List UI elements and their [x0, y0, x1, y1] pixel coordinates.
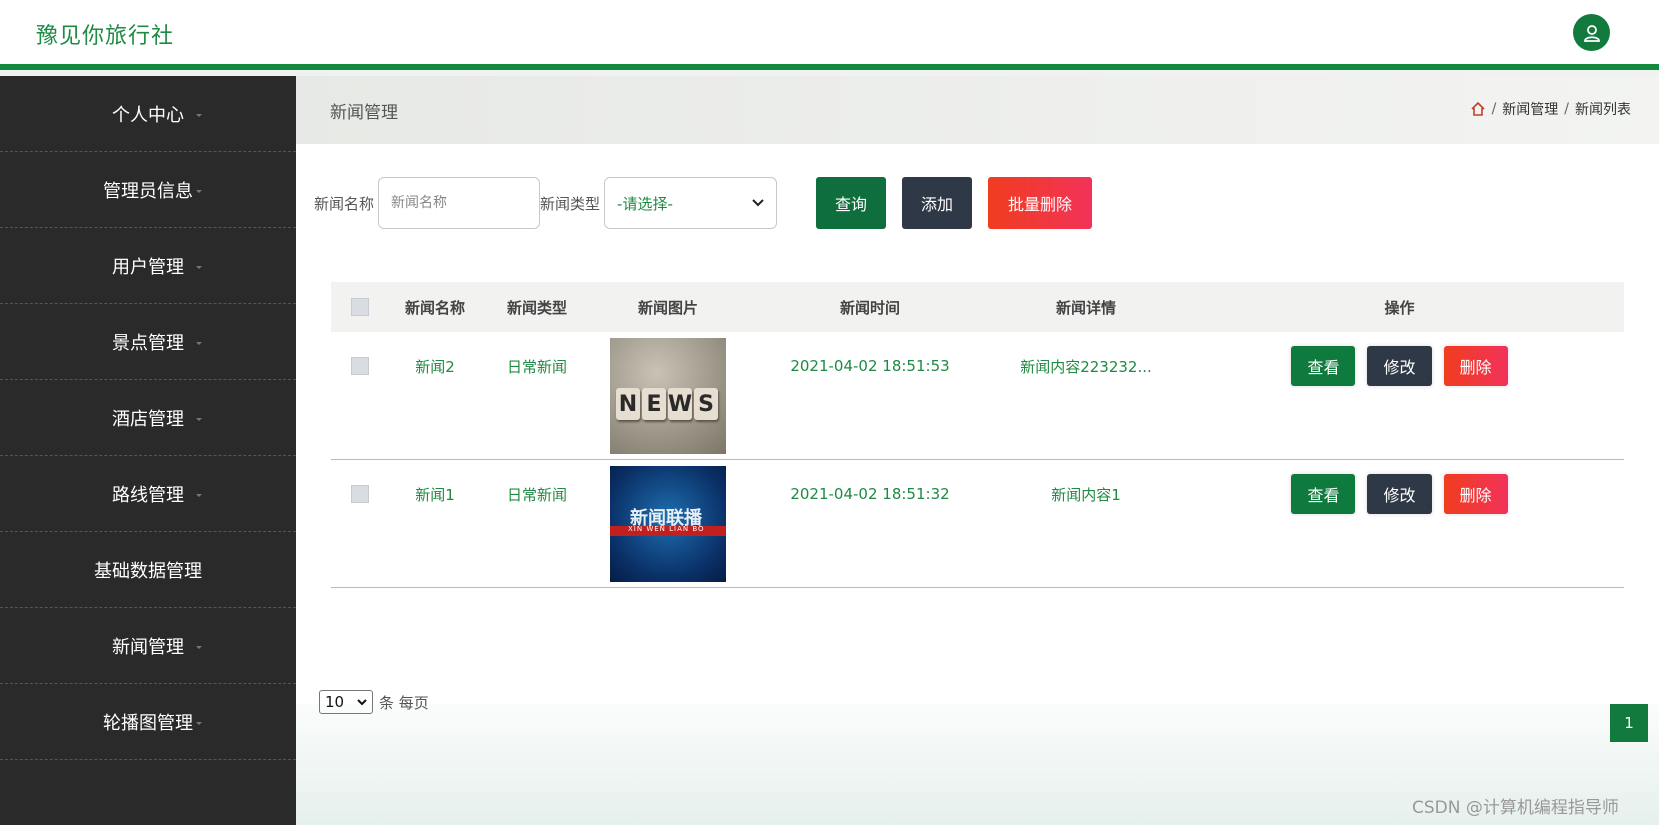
- news-table: 新闻名称 新闻类型 新闻图片 新闻时间 新闻详情 操作 新闻2 日常新闻 NEW…: [331, 282, 1624, 588]
- chevron-down-icon: [196, 114, 202, 117]
- brand-title: 豫见你旅行社: [36, 24, 175, 49]
- cell-news-detail: 新闻内容223232...: [1020, 357, 1152, 376]
- chevron-down-icon: [196, 266, 202, 269]
- news-type-selected: -请选择-: [617, 194, 673, 213]
- header-news-type: 新闻类型: [506, 298, 567, 317]
- sidebar-item-carousel-management[interactable]: 轮播图管理: [0, 684, 296, 760]
- cube-letter: W: [668, 388, 692, 420]
- page-size-select[interactable]: 10: [319, 690, 373, 714]
- view-button[interactable]: 查看: [1291, 346, 1356, 386]
- user-icon: [1583, 24, 1600, 42]
- sidebar: 个人中心 管理员信息 用户管理 景点管理 酒店管理 路线管理 基础数据管理 新闻…: [0, 76, 296, 825]
- chevron-down-icon: [357, 698, 367, 705]
- table-header: 新闻名称 新闻类型 新闻图片 新闻时间 新闻详情 操作: [331, 282, 1624, 332]
- select-all-checkbox[interactable]: [351, 298, 369, 316]
- news-type-label: 新闻类型: [540, 194, 601, 213]
- watermark: CSDN @计算机编程指导师: [1412, 798, 1619, 818]
- sidebar-item-scenic-management[interactable]: 景点管理: [0, 304, 296, 380]
- add-button[interactable]: 添加: [902, 177, 973, 229]
- cell-news-time: 2021-04-02 18:51:53: [790, 357, 950, 375]
- sidebar-item-hotel-management[interactable]: 酒店管理: [0, 380, 296, 456]
- table-row: 新闻1 日常新闻 新闻联播 XIN WEN LIAN BO 2021-04-02…: [331, 460, 1624, 588]
- cell-news-detail: 新闻内容1: [1051, 485, 1121, 504]
- breadcrumb-news-list: 新闻列表: [1575, 102, 1631, 118]
- chevron-down-icon: [196, 570, 202, 573]
- search-bar: 新闻名称 新闻类型 -请选择- 查询 添加 批量删除: [314, 177, 1093, 229]
- news-type-select[interactable]: -请选择-: [604, 177, 778, 229]
- sidebar-item-news-management[interactable]: 新闻管理: [0, 608, 296, 684]
- header-operations: 操作: [1384, 298, 1415, 317]
- edit-button[interactable]: 修改: [1367, 474, 1432, 514]
- chevron-down-icon: [196, 418, 202, 421]
- cell-news-type: 日常新闻: [506, 357, 567, 376]
- breadcrumb-news-management[interactable]: 新闻管理: [1502, 99, 1558, 119]
- edit-button[interactable]: 修改: [1367, 346, 1432, 386]
- breadcrumb-separator: /: [1564, 101, 1569, 117]
- breadcrumb: / 新闻管理 / 新闻列表: [1470, 99, 1631, 119]
- user-avatar-button[interactable]: [1573, 14, 1610, 51]
- top-header: 豫见你旅行社: [0, 0, 1659, 70]
- breadcrumb-separator: /: [1491, 101, 1497, 117]
- sidebar-item-route-management[interactable]: 路线管理: [0, 456, 296, 532]
- news-thumbnail: NEWS: [610, 338, 726, 454]
- main-content: 新闻管理 / 新闻管理 / 新闻列表 新闻名称 新闻类型 -请选择- 查询 添加…: [296, 76, 1659, 825]
- thumbnail-subtitle: XIN WEN LIAN BO: [628, 525, 705, 533]
- chevron-down-icon: [196, 342, 202, 345]
- delete-button[interactable]: 删除: [1443, 474, 1508, 514]
- sidebar-item-basic-data[interactable]: 基础数据管理: [0, 532, 296, 608]
- query-button[interactable]: 查询: [816, 177, 887, 229]
- cell-news-type: 日常新闻: [506, 485, 567, 504]
- page-title: 新闻管理: [330, 103, 398, 123]
- cell-news-name: 新闻1: [415, 485, 455, 504]
- chevron-down-icon: [196, 646, 202, 649]
- home-icon[interactable]: [1470, 101, 1486, 117]
- page-size-control: 10 条 每页: [319, 690, 429, 714]
- row-actions: 查看 修改 删除: [1291, 346, 1508, 386]
- table-row: 新闻2 日常新闻 NEWS 2021-04-02 18:51:53 新闻内容22…: [331, 332, 1624, 460]
- content-panel: 新闻名称 新闻类型 -请选择- 查询 添加 批量删除 新闻名称 新闻类型 新闻图…: [296, 144, 1659, 742]
- cube-letter: E: [642, 388, 666, 420]
- view-button[interactable]: 查看: [1291, 474, 1356, 514]
- page-number-button[interactable]: 1: [1610, 704, 1648, 742]
- row-checkbox[interactable]: [351, 485, 369, 503]
- chevron-down-icon: [196, 494, 202, 497]
- cell-news-name: 新闻2: [415, 357, 455, 376]
- news-name-label: 新闻名称: [314, 194, 375, 213]
- batch-delete-button[interactable]: 批量删除: [988, 177, 1093, 229]
- header-news-image: 新闻图片: [637, 298, 698, 317]
- cube-letter: S: [694, 388, 718, 420]
- chevron-down-icon: [196, 722, 202, 725]
- header-news-time: 新闻时间: [839, 298, 900, 317]
- news-thumbnail: 新闻联播 XIN WEN LIAN BO: [610, 466, 726, 582]
- chevron-down-icon: [196, 190, 202, 193]
- sidebar-item-user-management[interactable]: 用户管理: [0, 228, 296, 304]
- cell-news-time: 2021-04-02 18:51:32: [790, 485, 950, 503]
- row-checkbox[interactable]: [351, 357, 369, 375]
- chevron-down-icon: [752, 199, 764, 207]
- header-news-name: 新闻名称: [404, 298, 465, 317]
- header-news-detail: 新闻详情: [1055, 298, 1116, 317]
- sidebar-item-personal-center[interactable]: 个人中心: [0, 76, 296, 152]
- row-actions: 查看 修改 删除: [1291, 474, 1508, 514]
- delete-button[interactable]: 删除: [1443, 346, 1508, 386]
- page-size-suffix: 条 每页: [379, 693, 429, 712]
- cube-letter: N: [616, 388, 640, 420]
- news-name-input[interactable]: [378, 177, 541, 229]
- news-cubes: NEWS: [616, 388, 718, 420]
- breadcrumb-bar: 新闻管理 / 新闻管理 / 新闻列表: [296, 76, 1659, 144]
- sidebar-item-admin-info[interactable]: 管理员信息: [0, 152, 296, 228]
